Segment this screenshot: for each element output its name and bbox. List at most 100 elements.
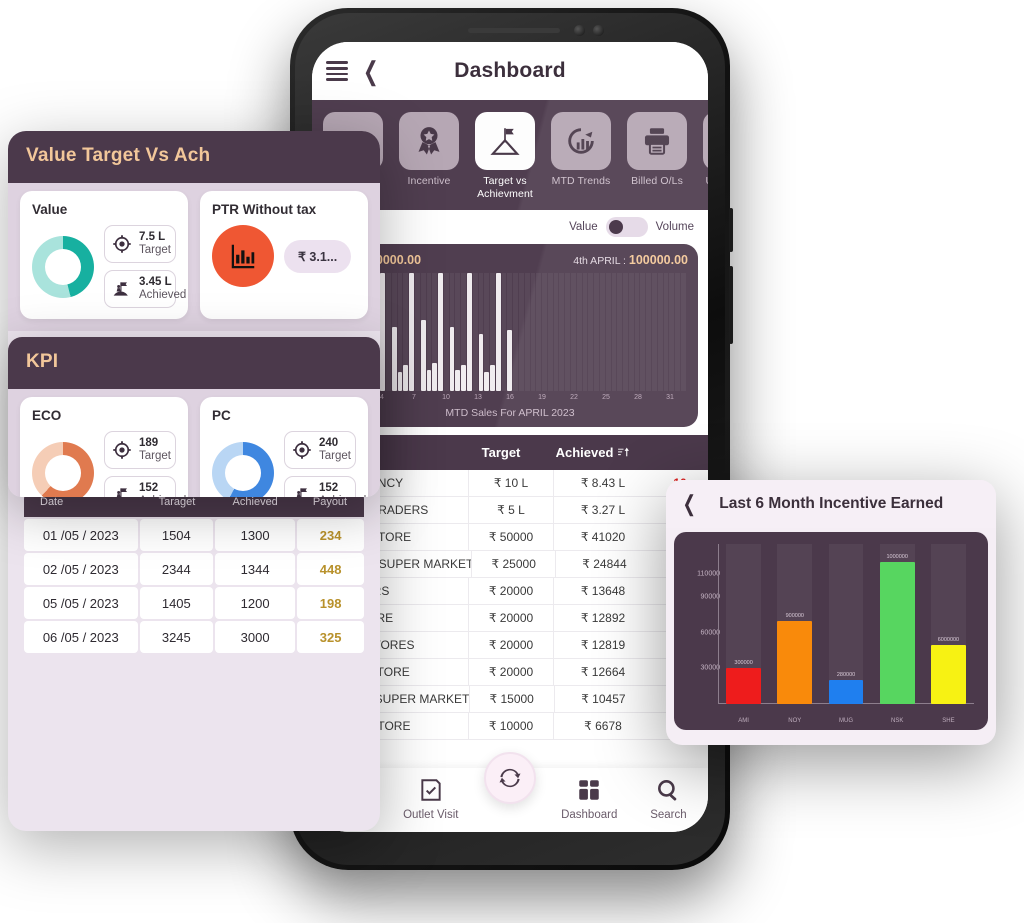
value-card-body: 7.5 L Target 3.45 L Achieved (32, 225, 186, 308)
mtd-x-tick: 28 (634, 394, 642, 401)
mtd-x-tick: 16 (506, 394, 514, 401)
value-achieved-pill: 3.45 L Achieved (104, 270, 186, 308)
mtd-bar (680, 273, 686, 391)
incentive-x-tick: NOY (788, 718, 802, 724)
value-card-title: Value (32, 202, 68, 217)
incentive-bar-value-label: 1000000 (886, 553, 908, 560)
value-achieved-value: 3.45 L (139, 276, 172, 288)
incentive-bar: 6000000 (923, 544, 974, 704)
value-volume-switch[interactable] (605, 217, 648, 237)
eco-target-value: 189 (139, 437, 159, 449)
strip-item-incentive[interactable]: Incentive (396, 112, 462, 200)
eco-achieved-value: 152 (139, 482, 159, 494)
incentive-bar: 280000 (820, 544, 871, 704)
bar-chart-icon (231, 244, 255, 269)
strip-label: Incentive (407, 175, 451, 187)
value-card[interactable]: Value 7.5 L Target 3.45 L Achieved (20, 191, 188, 319)
value-target-pill: 7.5 L Target (104, 225, 176, 263)
mtd-bar (455, 273, 461, 391)
strip-item-billed-ols[interactable]: Billed O/Ls (624, 112, 690, 200)
kpi-pc-title: PC (212, 408, 231, 423)
incentive-x-tick: NSK (891, 718, 904, 724)
app-header: ❮ Dashboard (312, 42, 708, 100)
screenshot-root: ❮ Dashboard ...ance Incentive (0, 0, 1024, 923)
mtd-bar (594, 273, 599, 391)
ptr-icon-circle (212, 225, 274, 287)
pc-target-label: Target (319, 450, 351, 462)
table-row[interactable]: 05 /05 / 2023 1405 1200 198 (24, 587, 364, 619)
cell-target: ₹ 20000 (468, 632, 554, 658)
kpi-pc-card[interactable]: PC 240Target 152Achieved (200, 397, 368, 497)
target-crosshair-icon (113, 441, 131, 459)
mtd-bar (588, 273, 594, 391)
strip-item-target-vs-achievement[interactable]: Target vs Achievment (472, 112, 538, 200)
mtd-bar (530, 273, 536, 391)
incentive-bar-fill (726, 668, 761, 704)
mtd-chart-right-stat: 4th APRIL : 100000.00 (573, 253, 688, 267)
eco-target-label: Target (139, 450, 171, 462)
mtd-bar-track (547, 273, 553, 391)
page-title: Dashboard (454, 59, 566, 82)
mtd-bar-fill (438, 273, 443, 391)
mtd-bar (397, 273, 403, 391)
nav-item-outlet-visit[interactable]: Outlet Visit (391, 777, 470, 823)
value-achieved-label: Achieved (139, 289, 187, 301)
mtd-bar (414, 273, 420, 391)
column-header-taraget: Taraget (158, 496, 196, 508)
mtd-bar-track (599, 273, 605, 391)
table-row[interactable]: 02 /05 / 2023 2344 1344 448 (24, 553, 364, 585)
mtd-bar-track (582, 273, 588, 391)
cell-target: ₹ 50000 (468, 524, 554, 550)
cell-achieved: 1200 (215, 587, 296, 619)
phone-side-button-power (729, 266, 733, 344)
cell-achieved: ₹ 12819 (580, 638, 626, 652)
value-card-pills: 7.5 L Target 3.45 L Achieved (104, 225, 186, 308)
kpi-eco-card[interactable]: ECO 189Target 152Achieved (20, 397, 188, 497)
strip-item-unbilled-outlets[interactable]: Unb... Ou... (700, 112, 708, 200)
incentive-x-tick: SHE (942, 718, 955, 724)
outlet-visit-icon (421, 779, 441, 801)
incentive-bar-fill (931, 644, 966, 704)
mtd-bar-fill (403, 365, 409, 391)
flag-podium-icon (116, 488, 127, 497)
kpi-eco-pills: 189Target 152Achieved (104, 431, 186, 497)
mtd-bar (663, 273, 669, 391)
strip-item-mtd-trends[interactable]: MTD Trends (548, 112, 614, 200)
incentive-chart-plot: 300000 900000 280000 1000000 6000000 (718, 544, 974, 704)
mtd-bar (403, 273, 409, 391)
mtd-bar-track (663, 273, 669, 391)
mtd-bar (576, 273, 582, 391)
mtd-bar (651, 273, 657, 391)
column-header-payout: Payout (312, 496, 348, 508)
value-target-value: 7.5 L (139, 231, 166, 243)
mtd-bar (507, 273, 513, 391)
mtd-bar (519, 273, 524, 391)
mtd-bar-track (617, 273, 623, 391)
mtd-bar (582, 273, 588, 391)
column-header-achieved: Achieved (232, 496, 278, 508)
cell-achieved: ₹ 3.27 L (580, 503, 626, 517)
value-panel-title: Value Target Vs Ach (26, 145, 211, 166)
column-header-achieved[interactable]: Achieved (544, 445, 642, 460)
mtd-chart-caption: MTD Sales For APRIL 2023 (445, 407, 575, 419)
cell-target: ₹ 25000 (471, 551, 557, 577)
table-row[interactable]: 01 /05 / 2023 1504 1300 234 (24, 519, 364, 551)
toggle-label-volume: Volume (655, 221, 694, 233)
sort-ascending-icon[interactable] (617, 446, 630, 459)
back-chevron-icon[interactable]: ❮ (683, 491, 696, 517)
incentive-y-tick: 110000 (697, 570, 720, 578)
mtd-bar-track (542, 273, 547, 391)
nav-item-dashboard[interactable]: Dashboard (550, 777, 629, 823)
mtd-bar-track (530, 273, 536, 391)
refresh-sync-button[interactable] (484, 752, 536, 804)
cell-achieved: ₹ 13648 (580, 584, 626, 598)
ptr-card-body: ₹ 3.1... (212, 225, 356, 287)
mtd-right-value: 100000.00 (628, 253, 688, 267)
target-crosshair-icon (113, 235, 131, 253)
mtd-bar-track (501, 273, 507, 391)
ptr-without-tax-card[interactable]: PTR Without tax ₹ 3.1... (200, 191, 368, 319)
incentive-panel: ❮ Last 6 Month Incentive Earned 110000 90… (666, 480, 996, 745)
cell-achieved: ₹ 41020 (580, 530, 626, 544)
nav-item-search[interactable]: Search (629, 777, 708, 823)
table-row[interactable]: 06 /05 / 2023 3245 3000 325 (24, 621, 364, 653)
